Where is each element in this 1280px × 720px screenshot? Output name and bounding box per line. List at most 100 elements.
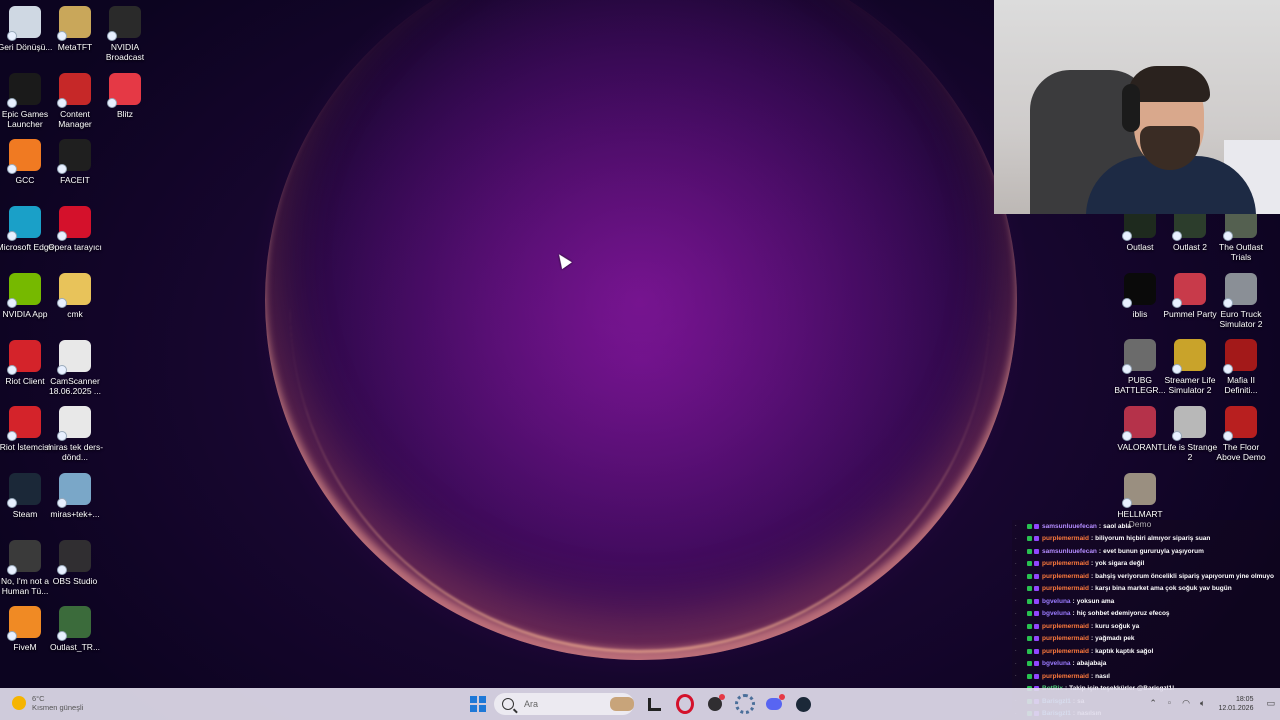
task-view-button[interactable] bbox=[642, 692, 666, 716]
desktop-icon[interactable]: miras+tek+... bbox=[45, 472, 105, 519]
shortcut-arrow-icon bbox=[57, 31, 67, 41]
chat-badge-icon bbox=[1034, 586, 1039, 592]
chat-timestamp-marker: · bbox=[1015, 623, 1017, 630]
shortcut-arrow-icon bbox=[57, 231, 67, 242]
chat-separator: : bbox=[1090, 635, 1094, 643]
faceit-icon bbox=[57, 139, 91, 175]
notification-icon[interactable]: ▭ bbox=[1266, 699, 1275, 709]
shortcut-arrow-icon bbox=[57, 364, 67, 375]
wifi-icon[interactable]: ◠ bbox=[1182, 699, 1190, 709]
chat-username: purplemermaid bbox=[1042, 672, 1089, 680]
chat-text: abajabaja bbox=[1076, 660, 1107, 668]
chat-message: · purplemermaid: yağmadı pek bbox=[1012, 633, 1280, 646]
shortcut-arrow-icon bbox=[7, 631, 17, 642]
shortcut-arrow-icon bbox=[1172, 297, 1182, 308]
riot-client-icon bbox=[7, 406, 41, 442]
chat-text: hiç sohbet edemiyoruz efecoş bbox=[1076, 610, 1170, 618]
desktop-icon-label: cmk bbox=[67, 308, 83, 319]
valorant-icon bbox=[1122, 406, 1156, 442]
desktop-icon[interactable]: miras tek ders-dönd... bbox=[45, 406, 105, 462]
desktop-icon[interactable]: Outlast_TR... bbox=[45, 606, 105, 652]
network-icon[interactable]: ◦ bbox=[1167, 699, 1172, 709]
shortcut-arrow-icon bbox=[7, 297, 17, 308]
chat-username: purplemermaid bbox=[1042, 635, 1089, 643]
chevron-up-icon[interactable]: ⌃ bbox=[1149, 699, 1157, 709]
chat-badge-icon bbox=[1027, 598, 1032, 604]
settings-taskbar-button[interactable] bbox=[733, 692, 757, 716]
desktop-icon-label: miras tek ders-dönd... bbox=[46, 442, 104, 463]
epic-games-icon bbox=[7, 72, 41, 108]
chat-badge-icon bbox=[1027, 623, 1032, 629]
shortcut-arrow-icon bbox=[1223, 231, 1233, 241]
taskbar-widget-thumbnail[interactable] bbox=[608, 692, 636, 716]
desktop-icon[interactable]: CamScanner 18.06.2025 ... bbox=[45, 339, 105, 396]
nvidia-app-icon bbox=[7, 272, 41, 308]
chat-separator: : bbox=[1090, 572, 1094, 580]
chat-username: samsunluuefecan bbox=[1042, 522, 1097, 530]
weather-widget[interactable]: 6°C Kısmen güneşli bbox=[12, 694, 83, 712]
steam-taskbar-button[interactable] bbox=[791, 692, 815, 716]
outlast-tr-icon bbox=[57, 606, 91, 642]
desktop-icon[interactable]: Euro Truck Simulator 2 bbox=[1211, 272, 1271, 329]
chat-separator: : bbox=[1098, 547, 1102, 555]
webcam-person-hair bbox=[1128, 66, 1210, 102]
clock-time: 18:05 bbox=[1235, 696, 1254, 703]
folder-icon bbox=[57, 272, 91, 308]
chat-separator: : bbox=[1090, 672, 1094, 680]
chat-badge-icon bbox=[1027, 648, 1032, 654]
ets2-icon bbox=[1223, 272, 1257, 308]
desktop-icon[interactable]: Blitz bbox=[95, 72, 155, 119]
chat-username: purplemermaid bbox=[1042, 560, 1089, 568]
chat-message: · bgveluna: hiç sohbet edemiyoruz efecoş bbox=[1012, 608, 1280, 621]
desktop-icon[interactable]: FACEIT bbox=[45, 139, 105, 185]
chat-timestamp-marker: · bbox=[1015, 648, 1017, 655]
start-button[interactable] bbox=[466, 692, 490, 716]
chat-separator: : bbox=[1090, 622, 1094, 630]
desktop-icon-label: Opera tarayıcı bbox=[48, 242, 102, 253]
desktop-icon[interactable]: Opera tarayıcı bbox=[45, 206, 105, 252]
discord-taskbar-button[interactable] bbox=[762, 692, 786, 716]
chat-timestamp-marker: · bbox=[1015, 635, 1017, 642]
taskbar: 6°C Kısmen güneşli Ara ⌃ ◦ ◠ 🔈︎ 18:05 12… bbox=[0, 688, 1280, 720]
obs-taskbar-button[interactable] bbox=[703, 692, 727, 716]
chat-badge-icon bbox=[1034, 611, 1039, 617]
shortcut-arrow-icon bbox=[1172, 231, 1182, 241]
search-icon bbox=[502, 698, 514, 710]
chat-badge-icon bbox=[1034, 648, 1039, 654]
shortcut-arrow-icon bbox=[57, 631, 67, 642]
life-is-strange-icon bbox=[1172, 406, 1206, 442]
chat-separator: : bbox=[1072, 610, 1075, 618]
chat-text: biliyorum hiçbiri almıyor sipariş suan bbox=[1095, 535, 1211, 543]
recycle-bin-icon bbox=[7, 6, 41, 41]
chat-badge-icon bbox=[1034, 636, 1039, 642]
riot-client-icon bbox=[7, 339, 41, 375]
desktop-icon-label: Blitz bbox=[116, 108, 134, 119]
chat-timestamp-marker: · bbox=[1015, 548, 1017, 555]
desktop-icon[interactable]: NVIDIA Broadcast bbox=[95, 6, 155, 62]
opera-taskbar-button[interactable] bbox=[673, 692, 697, 716]
desktop-icon[interactable]: OBS Studio bbox=[45, 539, 105, 586]
speaker-icon[interactable]: 🔈︎ bbox=[1200, 699, 1205, 709]
desktop-icon[interactable]: The Outlast Trials bbox=[1211, 206, 1271, 262]
chat-timestamp-marker: · bbox=[1015, 585, 1017, 592]
shortcut-arrow-icon bbox=[7, 231, 17, 242]
desktop-icon[interactable]: Mafia II Definiti... bbox=[1211, 339, 1271, 395]
desktop-icon-label: CamScanner 18.06.2025 ... bbox=[49, 375, 101, 396]
chat-timestamp-marker: · bbox=[1015, 523, 1017, 530]
chat-text: karşı bina market ama çok soğuk yav bugü… bbox=[1095, 585, 1232, 593]
shortcut-arrow-icon bbox=[57, 431, 67, 442]
chat-username: purplemermaid bbox=[1042, 535, 1089, 543]
shortcut-arrow-icon bbox=[57, 297, 67, 308]
desktop-icon[interactable]: The Floor Above Demo bbox=[1211, 406, 1271, 462]
sun-icon bbox=[12, 696, 26, 710]
clock[interactable]: 18:05 12.01.2026 bbox=[1218, 695, 1253, 713]
system-tray: ⌃ ◦ ◠ 🔈︎ 18:05 12.01.2026 ▭ bbox=[1144, 692, 1280, 716]
game-icon bbox=[7, 539, 41, 575]
chat-badge-icon bbox=[1027, 586, 1032, 592]
desktop-icon[interactable]: cmk bbox=[45, 272, 105, 319]
chat-message: · purplemermaid: biliyorum hiçbiri almıyor… bbox=[1012, 533, 1280, 546]
chat-badge-icon bbox=[1027, 673, 1032, 679]
metatft-icon bbox=[57, 6, 91, 41]
chat-username: purplemermaid bbox=[1042, 585, 1089, 593]
shortcut-arrow-icon bbox=[7, 164, 17, 175]
